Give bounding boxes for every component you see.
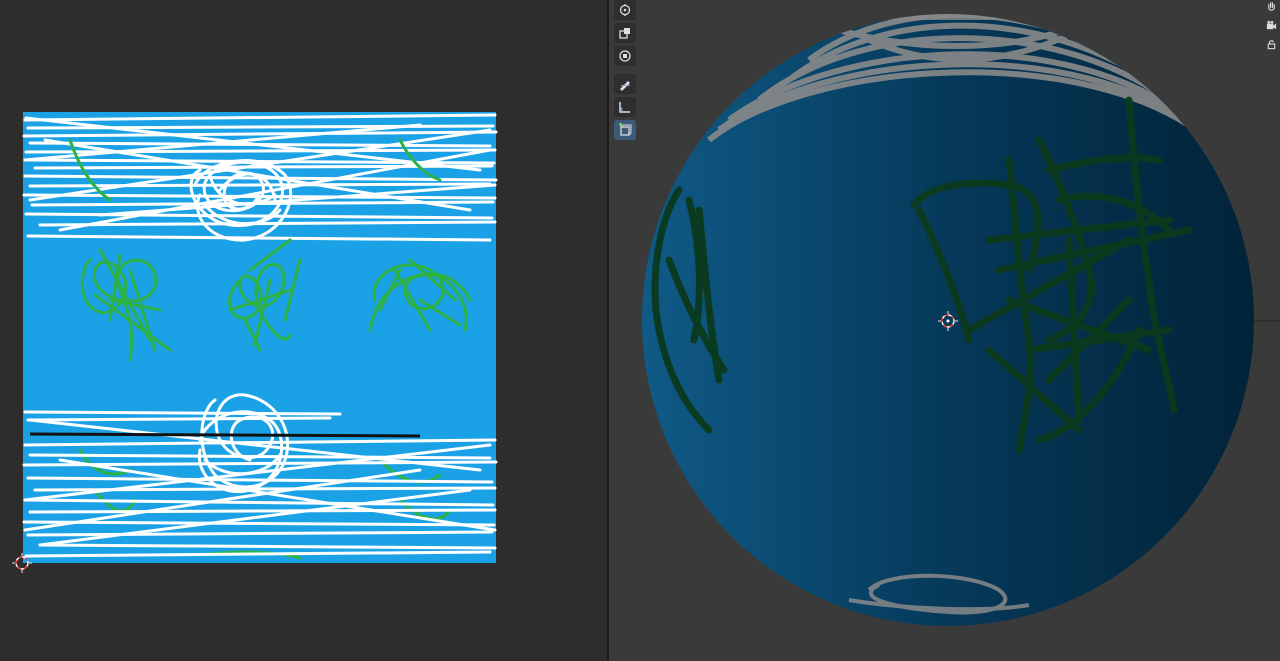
3d-viewport[interactable] xyxy=(609,0,1280,661)
rotate-icon xyxy=(619,4,631,16)
navigation-controls xyxy=(1264,0,1280,57)
tool-shelf xyxy=(614,0,638,143)
hand-pan-icon xyxy=(1267,2,1275,11)
add-cube-icon xyxy=(619,123,632,136)
black-stroke xyxy=(29,432,421,438)
transform-icon xyxy=(619,50,631,62)
lock-icon xyxy=(1267,40,1275,50)
painted-texture-image xyxy=(22,112,498,563)
scale-icon xyxy=(619,28,630,39)
uv-image-editor[interactable] xyxy=(0,0,607,661)
measure-tool-button[interactable] xyxy=(614,97,636,117)
measure-icon xyxy=(619,102,630,113)
rotate-tool-button[interactable] xyxy=(614,0,636,20)
uv-sphere-object[interactable] xyxy=(639,0,1259,626)
camera-view-button[interactable] xyxy=(1264,19,1278,32)
camera-icon xyxy=(1266,20,1276,30)
add-cube-tool-button[interactable] xyxy=(614,120,636,140)
viewport-canvas[interactable] xyxy=(609,0,1280,661)
annotate-tool-button[interactable] xyxy=(614,74,636,94)
lock-view-button[interactable] xyxy=(1264,38,1278,51)
transform-tool-button[interactable] xyxy=(614,46,636,66)
pan-view-button[interactable] xyxy=(1264,0,1278,13)
annotate-icon xyxy=(620,81,631,91)
uv-canvas[interactable] xyxy=(0,0,607,661)
scale-tool-button[interactable] xyxy=(614,23,636,43)
